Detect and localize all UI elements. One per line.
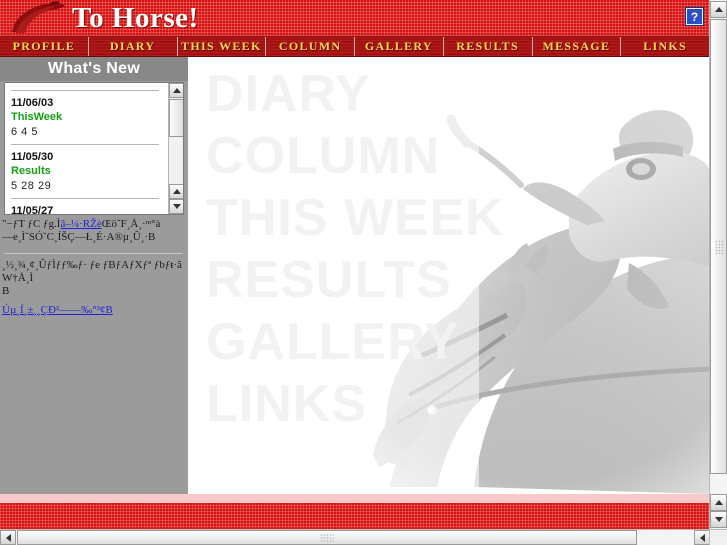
nav-item-links[interactable]: LINKS	[621, 37, 709, 56]
help-badge-icon[interactable]: ?	[686, 8, 703, 25]
ghost-word-links: LINKS	[206, 375, 367, 433]
sidebar-text-line: ¸½¸¾¸¢¸ÛƒÌƒƒ‰ƒ· ƒe ƒBƒAƒXƒª ƒbƒŧ·ãW†Å¸Ì	[2, 259, 182, 284]
nav-item-profile[interactable]: PROFILE	[0, 37, 89, 56]
sidebar-text-segment: "−ƒT ƒC ƒg.Ì	[2, 218, 61, 230]
window-horizontal-scrollbar[interactable]	[0, 529, 727, 545]
sidebar-text-segment: ŒöˇF¸Å¸·ᵐ°à	[101, 218, 161, 230]
main-content: DIARY COLUMN THIS WEEK RESULTS GALLERY L…	[188, 57, 709, 494]
site-banner: To Horse! ?	[0, 0, 709, 37]
nav-item-results[interactable]: RESULTS	[443, 37, 533, 56]
sidebar-link[interactable]: Úµ¸Í¸±¸¸ÇÐ²——‰°³¢B	[2, 304, 185, 317]
window-vertical-scrollbar[interactable]	[709, 0, 727, 529]
scrollbar-thumb[interactable]	[169, 99, 183, 137]
content-columns: What's New 11/06/03 ThisWeek 6 4 5 11/05…	[0, 57, 709, 494]
nav-item-column[interactable]: COLUMN	[266, 37, 355, 56]
chevron-up-icon	[172, 189, 181, 194]
chevron-up-icon	[714, 7, 723, 12]
sidebar: What's New 11/06/03 ThisWeek 6 4 5 11/05…	[0, 57, 188, 494]
list-item[interactable]: 11/05/27	[11, 204, 159, 215]
grip-dots-icon	[715, 239, 724, 254]
nav-item-this-week[interactable]: THIS WEEK	[177, 37, 267, 56]
scroll-down-button[interactable]	[169, 199, 183, 214]
scroll-down-button[interactable]	[710, 511, 727, 528]
divider	[11, 198, 159, 199]
divider	[11, 144, 159, 145]
sidebar-text-block: "−ƒT ƒC ƒg.Ìâ–¼·RŽèŒöˇF¸Å¸·ᵐ°à —e¸ÌˇSÓˇC…	[0, 215, 188, 317]
news-date: 11/05/30	[11, 151, 54, 163]
whats-new-heading: What's New	[0, 57, 188, 81]
chevron-down-icon	[714, 517, 723, 522]
ghost-navigation-words: DIARY COLUMN THIS WEEK RESULTS GALLERY L…	[206, 63, 504, 435]
main-navigation: PROFILE DIARY THIS WEEK COLUMN GALLERY R…	[0, 37, 709, 57]
nav-item-diary[interactable]: DIARY	[88, 37, 178, 56]
vertical-scrollbar-thumb[interactable]	[710, 19, 727, 474]
sidebar-text-line: B	[2, 285, 10, 297]
scroll-up-button[interactable]	[710, 1, 727, 18]
chevron-up-icon	[714, 500, 723, 505]
horse-head-icon	[12, 1, 65, 33]
grip-dots-icon	[320, 533, 334, 542]
news-category[interactable]: Results	[11, 164, 159, 179]
news-detail: 5 28 29	[11, 180, 52, 192]
sidebar-text-line: —e¸ÌˇSÓˇC¸ÍŠÇ—Ł¸É·A®µ¸Û¸·B	[2, 231, 156, 243]
scroll-up-button[interactable]	[169, 83, 183, 98]
scroll-left-button-secondary[interactable]	[694, 530, 710, 545]
sidebar-inline-link[interactable]: â–¼·RŽè	[60, 218, 101, 230]
sidebar-text-line: "−ƒT ƒC ƒg.Ìâ–¼·RŽèŒöˇF¸Å¸·ᵐ°à	[2, 218, 185, 231]
scroll-left-button[interactable]	[0, 530, 16, 545]
whats-new-list: 11/06/03 ThisWeek 6 4 5 11/05/30 Results…	[5, 83, 165, 215]
nav-item-gallery[interactable]: GALLERY	[355, 37, 444, 56]
chevron-left-icon	[699, 533, 705, 542]
news-date: 11/05/27	[11, 205, 54, 215]
ghost-word-this-week: THIS WEEK	[206, 189, 504, 247]
chevron-up-icon	[172, 88, 181, 93]
list-item[interactable]: 11/05/30 Results 5 28 29	[11, 150, 159, 194]
news-category[interactable]: ThisWeek	[11, 110, 159, 125]
ghost-word-diary: DIARY	[206, 65, 371, 123]
chevron-left-icon	[5, 533, 11, 542]
ghost-word-results: RESULTS	[206, 251, 452, 309]
scrollbar-corner	[709, 529, 727, 545]
nav-item-message[interactable]: MESSAGE	[532, 37, 622, 56]
chevron-down-icon	[172, 204, 181, 209]
news-date: 11/06/03	[11, 97, 54, 109]
divider	[11, 90, 159, 91]
ghost-word-column: COLUMN	[206, 127, 441, 185]
news-detail: 6 4 5	[11, 126, 38, 138]
whats-new-scrollbar[interactable]	[168, 83, 183, 214]
ghost-word-gallery: GALLERY	[206, 313, 460, 371]
list-item[interactable]: 11/06/03 ThisWeek 6 4 5	[11, 96, 159, 140]
divider	[4, 253, 183, 254]
footer-spacer	[0, 494, 709, 503]
whats-new-list-box: 11/06/03 ThisWeek 6 4 5 11/05/30 Results…	[4, 82, 184, 215]
page-viewport: To Horse! ? PROFILE DIARY THIS WEEK COLU…	[0, 0, 709, 529]
scroll-up-button-secondary[interactable]	[169, 184, 183, 199]
scroll-up-button-secondary[interactable]	[710, 494, 727, 511]
horizontal-scrollbar-thumb[interactable]	[17, 530, 637, 545]
footer-band	[0, 503, 709, 529]
site-title: To Horse!	[72, 2, 199, 34]
